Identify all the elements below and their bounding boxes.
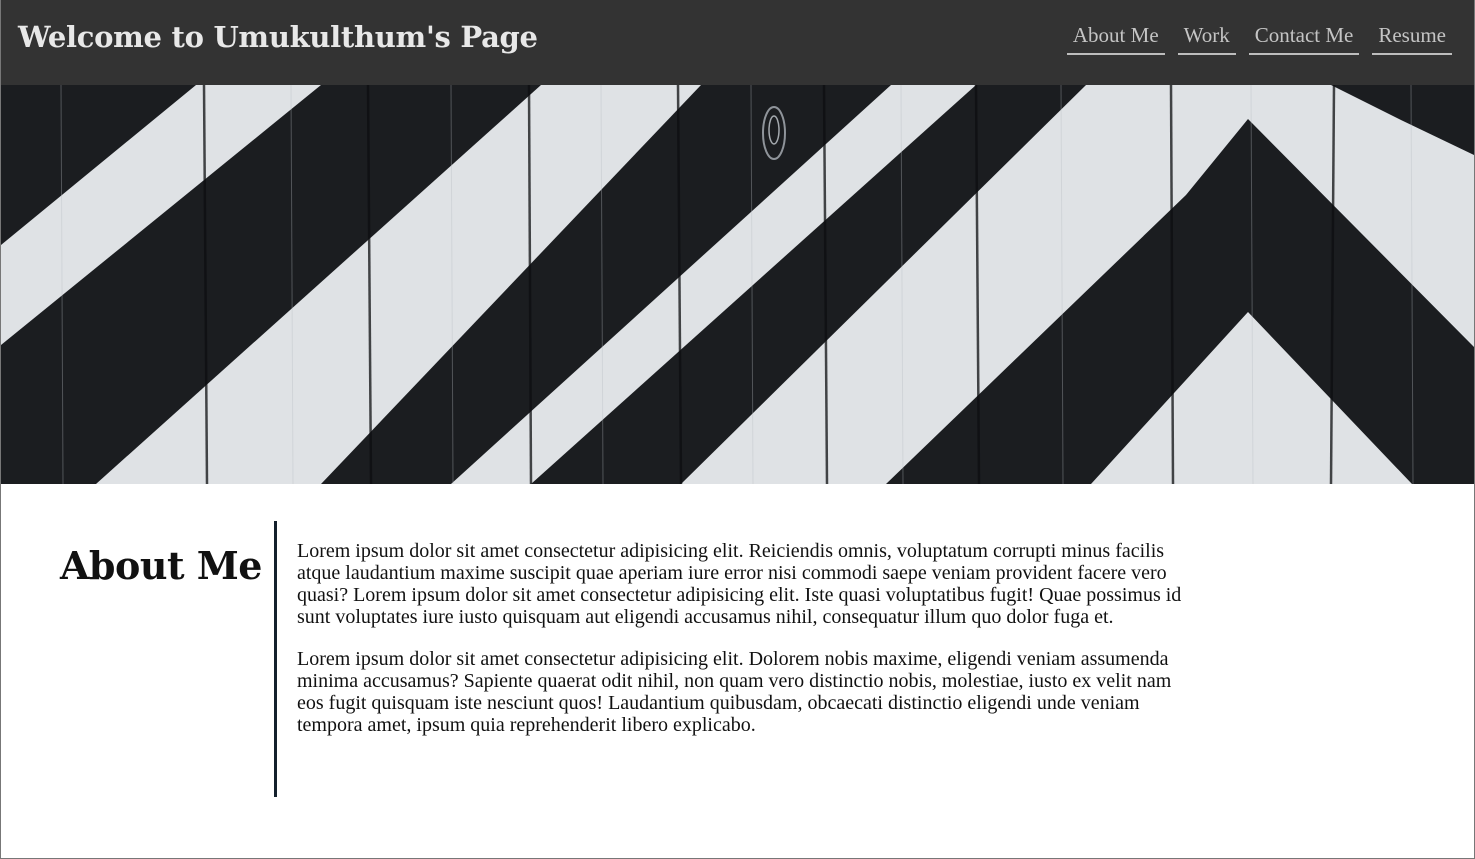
about-paragraph-1: Lorem ipsum dolor sit amet consectetur a…	[297, 540, 1182, 628]
hero-banner-image	[1, 85, 1474, 484]
top-header-bar: Welcome to Umukulthum's Page About Me Wo…	[1, 0, 1474, 85]
section-divider	[274, 521, 277, 797]
nav-link-work[interactable]: Work	[1177, 22, 1236, 55]
page: Welcome to Umukulthum's Page About Me Wo…	[0, 0, 1475, 859]
site-title: Welcome to Umukulthum's Page	[18, 20, 538, 54]
about-me-body: Lorem ipsum dolor sit amet consectetur a…	[297, 540, 1202, 756]
nav-link-about-me[interactable]: About Me	[1066, 22, 1165, 55]
nav-link-resume[interactable]: Resume	[1372, 22, 1452, 55]
about-me-heading: About Me	[59, 543, 263, 588]
nav-link-contact-me[interactable]: Contact Me	[1248, 22, 1360, 55]
main-navigation: About Me Work Contact Me Resume	[1066, 22, 1452, 55]
about-paragraph-2: Lorem ipsum dolor sit amet consectetur a…	[297, 648, 1172, 736]
about-me-section: About Me Lorem ipsum dolor sit amet cons…	[1, 484, 1474, 858]
